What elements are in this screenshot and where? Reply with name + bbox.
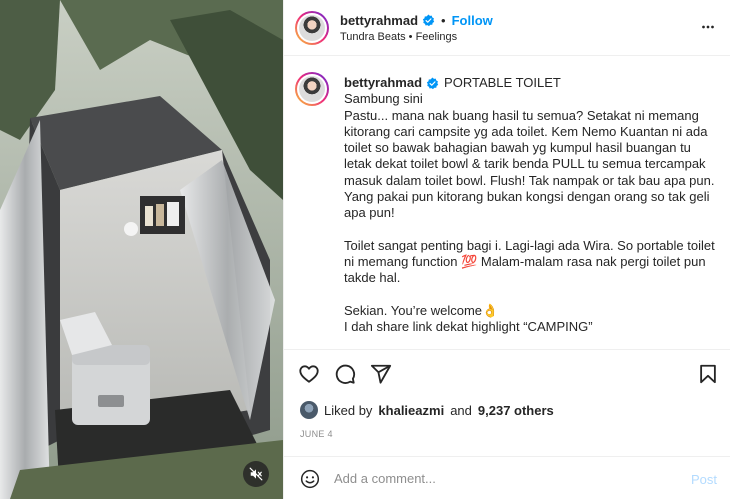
follow-button[interactable]: Follow: [452, 13, 493, 28]
likes-prefix: Liked by: [324, 402, 373, 418]
caption-line: Sambung sini: [344, 91, 423, 107]
avatar[interactable]: [295, 72, 329, 106]
likes-middle: and: [450, 402, 472, 418]
post-photo[interactable]: [0, 0, 283, 499]
post-header: bettyrahmad • Follow Tundra Beats • Feel…: [284, 0, 730, 56]
separator-dot: •: [441, 13, 446, 28]
emoji-icon[interactable]: [300, 469, 320, 489]
caption-body: bettyrahmad PORTABLE TOILET Sambung sini…: [344, 75, 716, 335]
post-date[interactable]: JUNE 4: [300, 429, 333, 439]
caption-line: takde hal.: [344, 270, 401, 286]
caption-line: Pastu... mana nak buang hasil tu semua? …: [344, 107, 699, 123]
caption-line: I dah share link dekat highlight “CAMPIN…: [344, 318, 593, 334]
caption-username[interactable]: bettyrahmad: [344, 75, 422, 91]
verified-badge-icon: [422, 14, 435, 27]
share-icon[interactable]: [370, 363, 392, 385]
mute-icon: [249, 467, 263, 481]
author-username[interactable]: bettyrahmad: [340, 13, 418, 28]
caption-line: letak dekat toilet bowl & tarik benda PU…: [344, 156, 706, 172]
audio-track-label[interactable]: Tundra Beats • Feelings: [340, 31, 457, 43]
audio-mute-button[interactable]: [243, 461, 269, 487]
caption-text: Sambung sini Pastu... mana nak buang hasi…: [344, 91, 716, 335]
comment-input[interactable]: [334, 465, 674, 491]
likes-summary: Liked by khalieazmi and 9,237 others: [300, 401, 554, 419]
caption-line: apa pun!: [344, 205, 395, 221]
more-icon[interactable]: [699, 18, 717, 36]
liker-avatar[interactable]: [300, 401, 318, 419]
comment-icon[interactable]: [334, 363, 356, 385]
caption-line: Toilet sangat penting bagi i. Lagi-lagi …: [344, 237, 715, 253]
tent-toilet-image: [0, 0, 283, 499]
post-details-panel: bettyrahmad • Follow Tundra Beats • Feel…: [283, 0, 730, 499]
caption-title: PORTABLE TOILET: [444, 75, 561, 90]
caption-line: Yang pakai pun kitorang bukan kongsi den…: [344, 189, 710, 205]
comment-bar: Post: [284, 456, 730, 499]
caption-section: bettyrahmad PORTABLE TOILET Sambung sini…: [284, 56, 730, 350]
bookmark-icon[interactable]: [697, 363, 719, 385]
liker-username[interactable]: khalieazmi: [378, 403, 444, 418]
verified-badge-icon: [426, 77, 439, 89]
avatar[interactable]: [295, 11, 329, 45]
caption-line: kitorang cari campsite yg ada toilet. Ke…: [344, 123, 708, 139]
heart-icon[interactable]: [298, 363, 320, 385]
post-comment-button[interactable]: Post: [691, 472, 717, 487]
caption-line: Sekian. You’re welcome👌: [344, 302, 499, 318]
likes-count[interactable]: 9,237 others: [478, 403, 554, 418]
caption-line: toilet so bawak bahagian bawah yg kumpul…: [344, 140, 691, 156]
caption-line: masuk dalam toilet bowl. Flush! Tak namp…: [344, 172, 715, 188]
caption-line: ni memang function 💯 Malam-malam rasa na…: [344, 253, 706, 269]
action-bar: [284, 350, 730, 394]
